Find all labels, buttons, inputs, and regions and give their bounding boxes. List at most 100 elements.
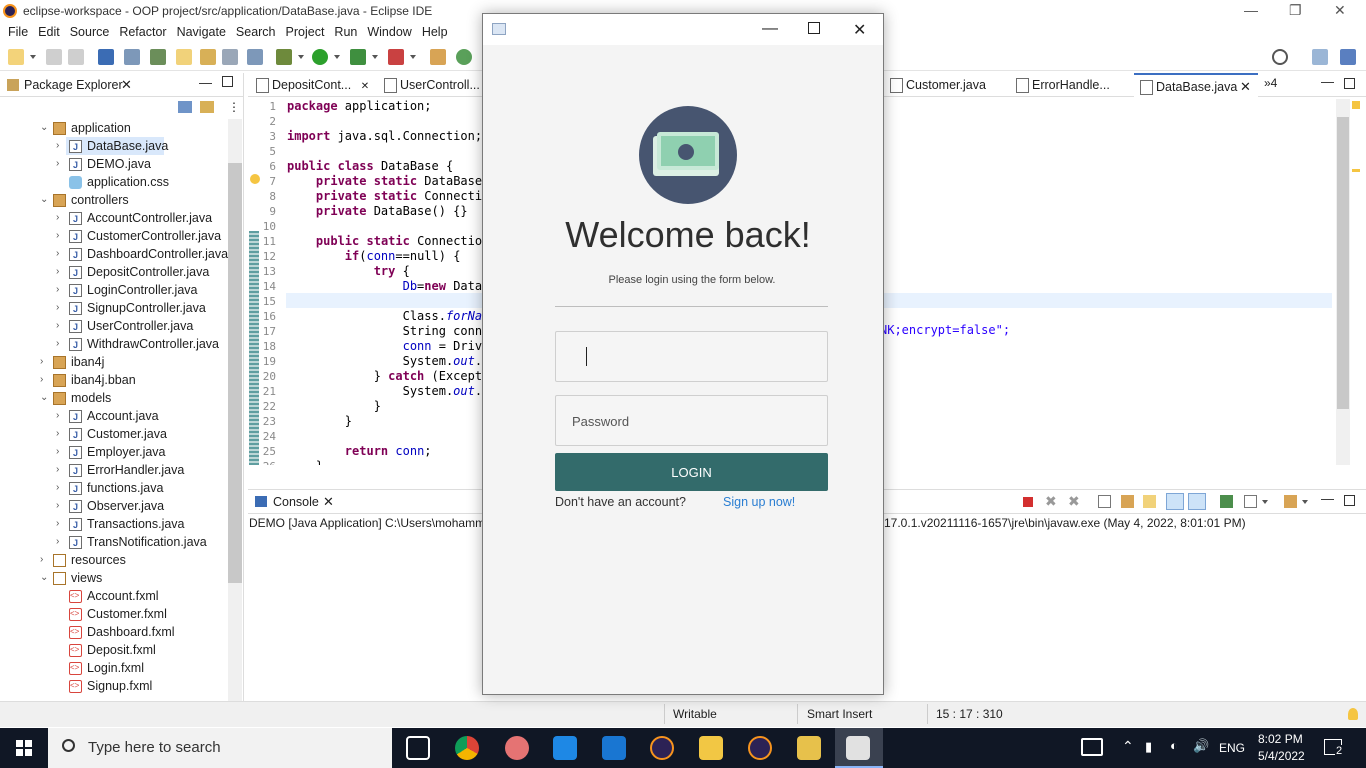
tree-item-observer-java[interactable]: › Observer.java [0, 497, 228, 516]
coverage-icon[interactable] [350, 49, 366, 65]
clock-time[interactable]: 8:02 PM [1258, 732, 1303, 746]
tree-item-customercontroller-java[interactable]: › CustomerController.java [0, 227, 228, 246]
new-package-icon[interactable] [430, 49, 446, 65]
tab-user-controller[interactable]: UserControll... [378, 73, 482, 97]
tree-item-depositcontroller-java[interactable]: › DepositController.java [0, 263, 228, 282]
debug-icon[interactable] [276, 49, 292, 65]
remove-all-icon[interactable]: ✖ [1068, 493, 1080, 510]
file-explorer-icon[interactable] [699, 736, 723, 760]
tree-item-application-css[interactable]: application.css [0, 173, 228, 191]
chrome-icon[interactable] [455, 736, 479, 760]
terminate-icon[interactable] [1023, 497, 1033, 507]
restore-icon[interactable]: ❐ [1289, 2, 1302, 19]
search-icon[interactable] [1272, 49, 1288, 65]
open-perspective-icon[interactable] [1312, 49, 1328, 65]
password-field[interactable] [555, 395, 828, 446]
tab-error-handler[interactable]: ErrorHandle... [1010, 73, 1130, 97]
tab-overflow[interactable]: »4 [1264, 76, 1277, 90]
password-input[interactable] [572, 410, 812, 432]
vscode-icon[interactable] [553, 736, 577, 760]
tree-item-login-fxml[interactable]: Login.fxml [0, 659, 228, 677]
show-stdout-icon[interactable] [1166, 493, 1184, 510]
close-icon[interactable]: ✕ [853, 20, 866, 40]
menu-help[interactable]: Help [417, 22, 453, 42]
chevron-right-icon[interactable]: › [56, 263, 66, 281]
menu-file[interactable]: File [3, 22, 33, 42]
chevron-right-icon[interactable]: › [40, 371, 50, 389]
block-selection-icon[interactable] [222, 49, 238, 65]
menu-project[interactable]: Project [281, 22, 330, 42]
tree-item-models[interactable]: ⌄ models [0, 389, 228, 407]
remove-launch-icon[interactable]: ✖ [1045, 493, 1057, 510]
close-icon[interactable]: ✕ [361, 81, 369, 92]
tree-item-demo-java[interactable]: › DEMO.java [0, 155, 228, 174]
windows-start-icon[interactable] [16, 740, 32, 756]
battery-icon[interactable]: ▮ [1145, 739, 1152, 755]
maximize-view-icon[interactable] [1344, 495, 1355, 506]
tree-item-signupcontroller-java[interactable]: › SignupController.java [0, 299, 228, 318]
close-icon[interactable]: ✕ [323, 494, 334, 510]
tree-item-signup-fxml[interactable]: Signup.fxml [0, 677, 228, 695]
signup-link[interactable]: Sign up now! [723, 495, 795, 509]
chevron-down-icon[interactable] [1302, 500, 1308, 504]
menu-refactor[interactable]: Refactor [114, 22, 171, 42]
java-app-icon[interactable] [846, 736, 870, 760]
tree-item-iban4j-bban[interactable]: › iban4j.bban [0, 371, 228, 389]
minimize-icon[interactable]: — [1244, 2, 1258, 18]
open-console-icon[interactable] [1284, 495, 1297, 508]
task-view-icon[interactable] [406, 736, 430, 760]
username-field[interactable] [555, 331, 828, 382]
chevron-down-icon[interactable] [298, 55, 304, 59]
clear-console-icon[interactable] [1098, 495, 1111, 508]
collapse-all-icon[interactable] [178, 101, 192, 113]
chevron-right-icon[interactable]: › [56, 299, 66, 317]
chevron-down-icon[interactable] [410, 55, 416, 59]
username-input[interactable] [572, 346, 812, 368]
chevron-right-icon[interactable]: › [56, 137, 66, 155]
chevron-down-icon[interactable] [334, 55, 340, 59]
tree-item-database-java[interactable]: › DataBase.java [0, 137, 228, 156]
minimize-view-icon[interactable]: — [199, 75, 212, 90]
menu-window[interactable]: Window [362, 22, 416, 42]
chevron-right-icon[interactable]: › [56, 461, 66, 479]
show-stderr-icon[interactable] [1188, 493, 1206, 510]
chevron-right-icon[interactable]: › [40, 551, 50, 569]
tree-item-customer-fxml[interactable]: Customer.fxml [0, 605, 228, 623]
save-icon[interactable] [46, 49, 62, 65]
chevron-right-icon[interactable]: › [56, 425, 66, 443]
chevron-right-icon[interactable]: › [56, 209, 66, 227]
tips-icon[interactable] [1348, 708, 1358, 720]
menu-edit[interactable]: Edit [33, 22, 65, 42]
mail-icon[interactable] [602, 736, 626, 760]
language-indicator[interactable]: ENG [1219, 741, 1245, 755]
scrollbar-thumb[interactable] [228, 163, 242, 583]
keyboard-icon[interactable] [1081, 738, 1103, 756]
tab-deposit-controller[interactable]: DepositCont... ✕ [250, 73, 378, 97]
run-icon[interactable] [312, 49, 328, 65]
clock-date[interactable]: 5/4/2022 [1258, 749, 1305, 763]
chevron-right-icon[interactable]: › [56, 443, 66, 461]
tree-item-transnotification-java[interactable]: › TransNotification.java [0, 533, 228, 552]
volume-icon[interactable]: 🔊 [1193, 738, 1209, 754]
minimize-view-icon[interactable]: — [1321, 74, 1334, 89]
tree-item-functions-java[interactable]: › functions.java [0, 479, 228, 498]
maximize-view-icon[interactable] [1344, 78, 1355, 89]
package-explorer-tab[interactable]: Package Explorer ✕ — [0, 73, 244, 97]
chevron-down-icon[interactable] [1262, 500, 1268, 504]
new-icon[interactable] [8, 49, 24, 65]
wifi-icon[interactable]: ◐ [1170, 738, 1178, 753]
tree-item-account-fxml[interactable]: Account.fxml [0, 587, 228, 605]
maximize-view-icon[interactable] [222, 76, 233, 87]
mark-occurrences-icon[interactable] [176, 49, 192, 65]
link-editor-icon[interactable] [200, 101, 214, 113]
taskbar-search[interactable]: Type here to search [48, 728, 392, 768]
tree-item-controllers[interactable]: ⌄ controllers [0, 191, 228, 209]
menu-run[interactable]: Run [329, 22, 362, 42]
login-button[interactable]: LOGIN [555, 453, 828, 491]
minimize-icon[interactable]: — [762, 20, 778, 38]
tree-item-views[interactable]: ⌄ views [0, 569, 228, 587]
scene-builder-icon[interactable] [797, 736, 821, 760]
chevron-down-icon[interactable] [30, 55, 36, 59]
chevron-right-icon[interactable]: › [40, 353, 50, 371]
close-icon[interactable]: ✕ [1240, 75, 1251, 99]
